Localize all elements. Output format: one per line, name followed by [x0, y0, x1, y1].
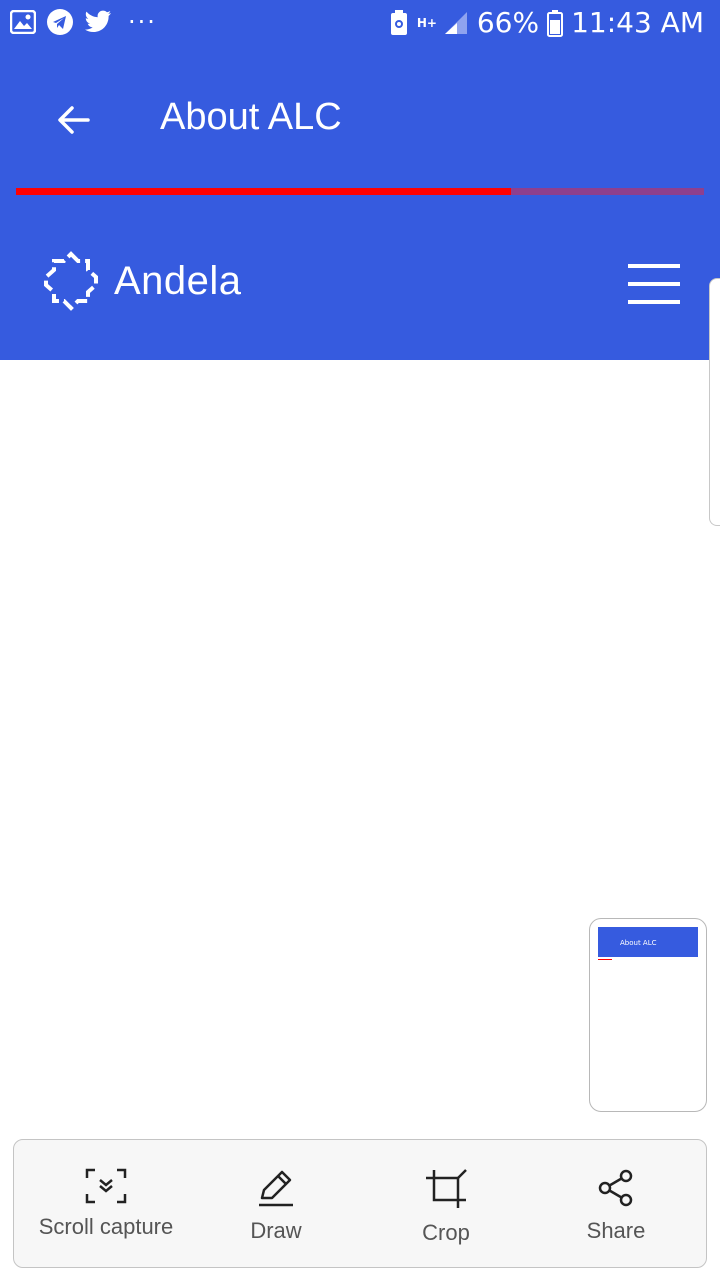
draw-label: Draw	[250, 1218, 302, 1243]
scroll-capture-icon	[85, 1168, 127, 1204]
thumbnail-title: About ALC	[620, 939, 657, 947]
hamburger-menu-button[interactable]	[628, 262, 682, 306]
system-status: H+ 66% 11:43 AM	[389, 6, 704, 39]
scroll-capture-label: Scroll capture	[38, 1214, 174, 1239]
menu-line-icon	[628, 300, 680, 304]
page-load-progress	[16, 188, 704, 195]
signal-strength-icon	[443, 10, 469, 36]
back-arrow-icon	[58, 106, 90, 134]
back-button[interactable]	[52, 98, 96, 142]
battery-percent: 66%	[476, 6, 540, 39]
edge-panel-handle[interactable]	[709, 278, 720, 526]
page-title: About ALC	[160, 96, 342, 138]
crop-icon	[426, 1169, 467, 1208]
crop-label: Crop	[422, 1220, 470, 1245]
crop-button[interactable]: Crop	[354, 1140, 538, 1267]
battery-icon	[547, 9, 564, 37]
andela-logo[interactable]: Andela	[40, 250, 242, 312]
menu-line-icon	[628, 282, 680, 286]
screenshot-thumbnail[interactable]: About ALC	[589, 918, 707, 1112]
draw-button[interactable]: Draw	[198, 1140, 354, 1267]
twitter-icon	[84, 10, 112, 34]
telegram-icon	[46, 8, 74, 36]
pencil-icon	[259, 1170, 293, 1207]
menu-line-icon	[628, 264, 680, 268]
page-load-progress-fill	[16, 188, 512, 195]
share-button[interactable]: Share	[538, 1140, 694, 1267]
gallery-icon	[10, 10, 36, 34]
brand-name: Andela	[114, 258, 242, 303]
screenshot-toolbar: Scroll capture Draw Crop Share	[13, 1139, 707, 1268]
app-bar: About ALC Andela	[0, 50, 720, 360]
notification-icons: ···	[10, 8, 157, 36]
andela-star-icon	[44, 251, 98, 311]
more-dots-icon: ···	[128, 8, 157, 36]
share-label: Share	[586, 1218, 646, 1243]
network-type-label: H+	[416, 15, 437, 30]
thumbnail-progress	[598, 959, 612, 960]
battery-saver-icon	[389, 9, 409, 37]
share-icon	[598, 1169, 633, 1207]
clock: 11:43 AM	[571, 6, 704, 39]
status-bar: ··· H+ 66% 11:43 AM	[0, 0, 720, 50]
scroll-capture-button[interactable]: Scroll capture	[14, 1140, 198, 1267]
